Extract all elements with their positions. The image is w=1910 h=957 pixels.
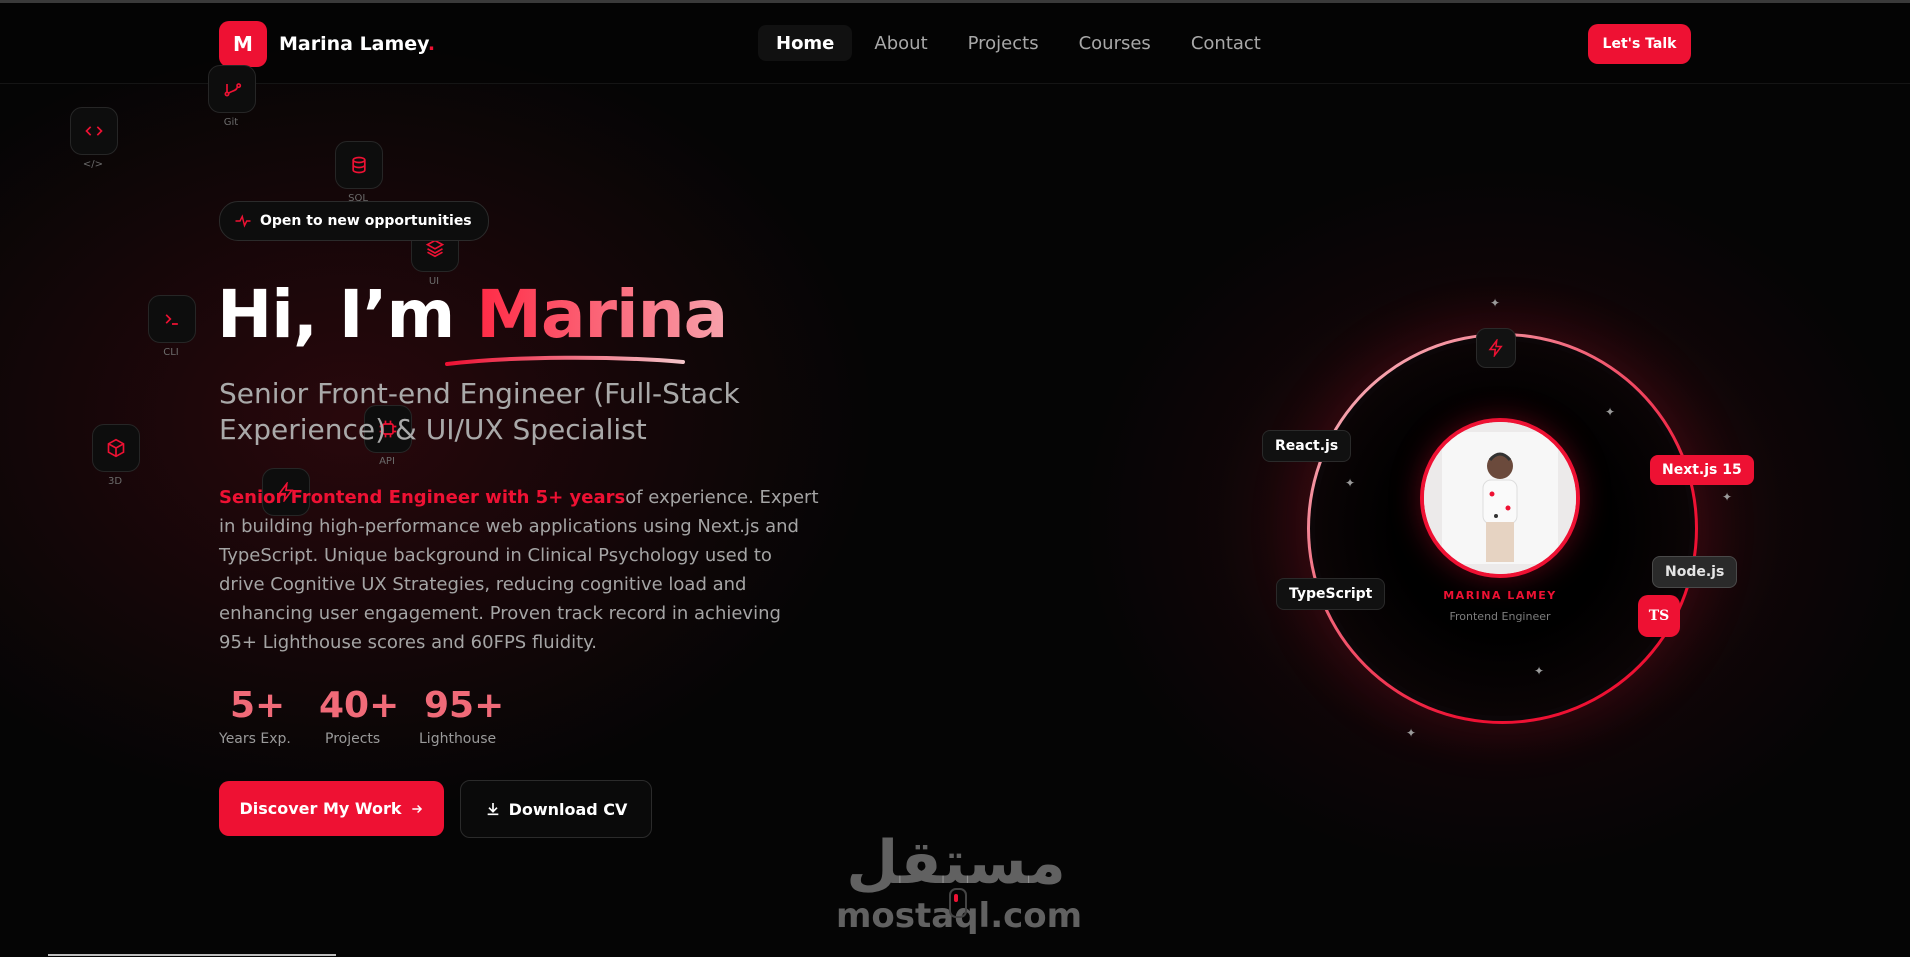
stat-lighthouse-label: Lighthouse: [419, 731, 497, 747]
profile-name: MARINA LAMEY: [1443, 589, 1557, 602]
sparkle-icon: ✦: [1722, 490, 1733, 504]
download-cv-button[interactable]: Download CV: [460, 780, 652, 838]
nav-link-projects[interactable]: Projects: [950, 25, 1057, 61]
database-icon: [335, 141, 383, 189]
stat-projects-value: 40+: [319, 685, 400, 726]
hero-title: Hi, I’m Marina: [217, 276, 728, 353]
stat-lighthouse-value: 95+: [424, 685, 505, 726]
stat-years-value: 5+: [230, 685, 286, 726]
sparkle-icon: ✦: [1345, 476, 1356, 490]
profile-photo: [1420, 418, 1580, 578]
name-underline: [445, 355, 685, 366]
download-cv-label: Download CV: [508, 799, 628, 819]
logo-text[interactable]: Marina Lamey.: [279, 33, 435, 55]
logo-badge[interactable]: M: [219, 21, 267, 67]
git-icon-label: Git: [223, 117, 239, 128]
cube-icon-label: 3D: [107, 476, 123, 487]
api-icon-label: API: [379, 456, 395, 467]
nav-link-courses[interactable]: Courses: [1061, 25, 1169, 61]
profile-role: Frontend Engineer: [1449, 610, 1551, 623]
sparkle-icon: ✦: [1605, 405, 1616, 419]
logo-name: Marina Lamey: [279, 33, 428, 55]
open-to-work-badge: Open to new opportunities: [219, 201, 489, 241]
discover-work-label: Discover My Work: [239, 799, 402, 818]
tag-nextjs: Next.js 15: [1650, 455, 1754, 485]
description-highlight: Senior Frontend Engineer with 5+ years: [219, 487, 626, 508]
hero-subtitle: Senior Front-end Engineer (Full-Stack Ex…: [219, 377, 740, 446]
description-text: of experience. Expert in building high-p…: [219, 487, 819, 653]
sparkle-icon: ✦: [1534, 664, 1545, 678]
sparkle-icon: [235, 214, 251, 228]
scroll-indicator[interactable]: [949, 888, 967, 918]
navbar: M Marina Lamey. Home About Projects Cour…: [0, 3, 1910, 84]
bottom-border: [48, 954, 336, 956]
code-icon-label: </>: [82, 159, 104, 170]
discover-work-button[interactable]: Discover My Work: [219, 781, 444, 836]
lets-talk-button[interactable]: Let's Talk: [1588, 24, 1691, 64]
stat-years-label: Years Exp.: [219, 731, 291, 747]
tag-nodejs: Node.js: [1652, 556, 1738, 588]
download-icon: [487, 803, 498, 816]
tag-typescript: TypeScript: [1276, 578, 1386, 610]
stat-projects-label: Projects: [325, 731, 381, 747]
git-icon: [208, 65, 256, 113]
hero-greeting: Hi, I’m: [217, 276, 477, 353]
code-icon: [70, 107, 118, 155]
terminal-icon: [148, 295, 196, 343]
tag-react: React.js: [1262, 430, 1352, 462]
scroll-indicator-dot: [954, 894, 958, 902]
nav-link-contact[interactable]: Contact: [1173, 25, 1279, 61]
terminal-icon-label: CLI: [163, 347, 179, 358]
ts-badge: TS: [1638, 595, 1680, 637]
nav-links: Home About Projects Courses Contact: [758, 25, 1279, 61]
arrow-right-icon: [411, 804, 422, 813]
bolt-icon: [1476, 328, 1516, 368]
nav-link-home[interactable]: Home: [758, 25, 853, 61]
hero-description: Senior Frontend Engineer with 5+ yearsof…: [219, 483, 819, 657]
sparkle-icon: ✦: [1490, 296, 1501, 310]
logo-dot: .: [427, 33, 436, 55]
cube-icon: [92, 424, 140, 472]
nav-link-about[interactable]: About: [856, 25, 945, 61]
badge-label: Open to new opportunities: [260, 213, 472, 229]
sparkle-icon: ✦: [1406, 726, 1417, 740]
hero-name: Marina: [476, 276, 728, 353]
